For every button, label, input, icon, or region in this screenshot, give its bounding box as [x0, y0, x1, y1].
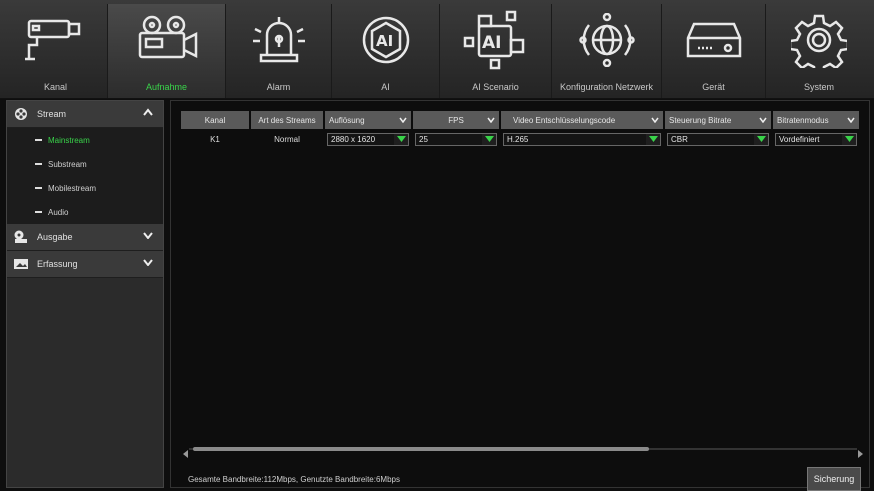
tab-label: System [803, 82, 834, 92]
scroll-left-arrow-icon[interactable] [183, 445, 188, 463]
ai-scenario-icon: AI [461, 10, 531, 70]
column-header-art-des-streams: Art des Streams [251, 111, 323, 129]
tab-ai-scenario[interactable]: AI AI Scenario [440, 4, 552, 98]
chevron-down-icon [143, 231, 153, 241]
dash-icon [35, 211, 42, 213]
cell-bitratenmodus: Vordefiniert [773, 129, 859, 149]
sidebar-group-stream[interactable]: Stream [7, 101, 163, 128]
dropdown-arrow-icon [394, 133, 408, 145]
alarm-siren-icon [244, 10, 314, 70]
sidebar-item-label: Substream [48, 159, 87, 169]
sidebar-group-label: Stream [37, 109, 67, 119]
stream-table: Kanal Art des Streams Auflösung FPS Vide… [179, 111, 861, 149]
chevron-down-icon [143, 258, 153, 268]
sidebar-item-label: Audio [48, 207, 69, 217]
cell-steuerung-bitrate: CBR [665, 129, 771, 149]
bitrate-control-select[interactable]: CBR [667, 132, 769, 146]
column-header-fps[interactable]: FPS [413, 111, 499, 129]
column-header-video-codec[interactable]: Video Entschlüsselungscode [501, 111, 663, 129]
dash-icon [35, 187, 42, 189]
film-reel-icon [13, 107, 29, 121]
horizontal-scrollbar[interactable] [183, 447, 863, 458]
sidebar-group-label: Erfassung [37, 259, 78, 269]
column-header-steuerung-bitrate[interactable]: Steuerung Bitrate [665, 111, 771, 129]
table-row: K1 Normal 2880 x 1620 25 H.265 CBR Vorde… [181, 129, 859, 149]
bitrate-mode-select[interactable]: Vordefiniert [775, 132, 857, 146]
dash-icon [35, 163, 42, 165]
column-header-aufloesung[interactable]: Auflösung [325, 111, 411, 129]
cell-art-des-streams: Normal [274, 134, 300, 144]
column-header-kanal: Kanal [181, 111, 249, 129]
tab-label: Alarm [266, 82, 291, 92]
sidebar-item-substream[interactable]: Substream [7, 152, 163, 176]
scrollbar-thumb[interactable] [193, 447, 649, 451]
dropdown-arrow-icon [754, 133, 768, 145]
film-output-icon [13, 230, 29, 244]
dash-icon [35, 139, 42, 141]
tab-label: AI Scenario [472, 82, 519, 92]
tab-ai[interactable]: AI AI [332, 4, 440, 98]
sidebar-item-label: Mainstream [48, 135, 90, 145]
table-header-row: Kanal Art des Streams Auflösung FPS Vide… [181, 111, 859, 129]
svg-text:AI: AI [376, 32, 393, 50]
sidebar-item-mainstream[interactable]: Mainstream [7, 128, 163, 152]
sidebar-group-ausgabe[interactable]: Ausgabe [7, 224, 163, 251]
tab-label: AI [381, 82, 390, 92]
chevron-down-icon [399, 116, 407, 125]
tab-konfiguration-netzwerk[interactable]: Konfiguration Netzwerk [552, 4, 662, 98]
tab-label: Kanal [43, 82, 68, 92]
sidebar-item-label: Mobilestream [48, 183, 97, 193]
tab-aufnahme[interactable]: Aufnahme [108, 4, 226, 98]
network-globe-icon [572, 10, 642, 70]
top-navigation-bar: Kanal Aufnahme Alarm AI AI AI AI Scenari… [0, 0, 874, 99]
dropdown-arrow-icon [842, 133, 856, 145]
scroll-right-arrow-icon[interactable] [858, 445, 863, 463]
dropdown-arrow-icon [482, 133, 496, 145]
fps-select[interactable]: 25 [415, 132, 497, 146]
sidebar: Stream Mainstream Substream Mobilestream… [6, 100, 164, 488]
cell-kanal: K1 [210, 134, 220, 144]
chevron-up-icon [143, 108, 153, 118]
ai-icon: AI [351, 10, 421, 70]
chevron-down-icon [487, 116, 495, 125]
cell-video-codec: H.265 [501, 129, 663, 149]
chevron-down-icon [759, 116, 767, 125]
tab-label: Konfiguration Netzwerk [559, 82, 654, 92]
main-panel: Kanal Art des Streams Auflösung FPS Vide… [170, 100, 870, 491]
tab-label: Gerät [702, 82, 725, 92]
video-codec-select[interactable]: H.265 [503, 132, 661, 146]
svg-text:AI: AI [482, 33, 501, 53]
tab-system[interactable]: System [766, 4, 872, 98]
cell-fps: 25 [413, 129, 499, 149]
dropdown-arrow-icon [646, 133, 660, 145]
gear-icon [784, 10, 854, 70]
stream-submenu: Mainstream Substream Mobilestream Audio [7, 128, 163, 224]
tab-alarm[interactable]: Alarm [226, 4, 332, 98]
video-camera-icon [132, 10, 202, 70]
tab-geraet[interactable]: Gerät [662, 4, 766, 98]
sidebar-item-audio[interactable]: Audio [7, 200, 163, 224]
tab-label: Aufnahme [145, 82, 188, 92]
column-header-bitratenmodus[interactable]: Bitratenmodus [773, 111, 859, 129]
sidebar-group-label: Ausgabe [37, 232, 73, 242]
tab-kanal[interactable]: Kanal [4, 4, 108, 98]
hard-drive-icon [679, 10, 749, 70]
camera-icon [21, 10, 91, 70]
save-button[interactable]: Sicherung [807, 467, 861, 491]
bandwidth-status: Gesamte Bandbreite:112Mbps, Genutzte Ban… [188, 475, 400, 484]
resolution-select[interactable]: 2880 x 1620 [327, 132, 409, 146]
sidebar-group-erfassung[interactable]: Erfassung [7, 251, 163, 278]
cell-aufloesung: 2880 x 1620 [325, 129, 411, 149]
chevron-down-icon [847, 116, 855, 125]
capture-image-icon [13, 257, 29, 271]
chevron-down-icon [651, 116, 659, 125]
sidebar-item-mobilestream[interactable]: Mobilestream [7, 176, 163, 200]
